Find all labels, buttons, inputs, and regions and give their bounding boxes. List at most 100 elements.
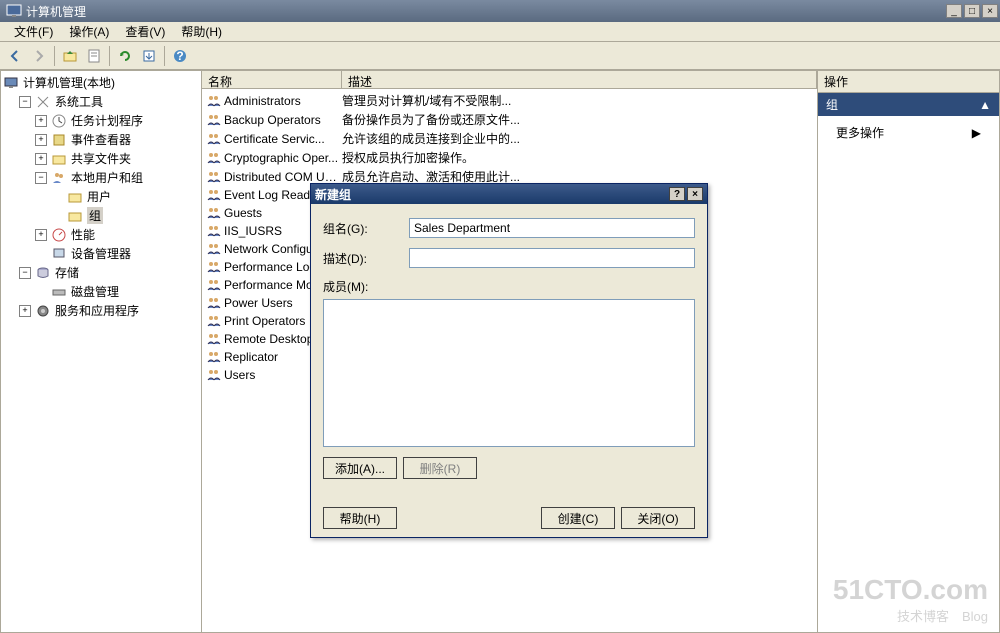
collapse-arrow-icon: ▲ bbox=[979, 98, 991, 112]
group-icon bbox=[206, 205, 222, 221]
event-icon bbox=[51, 132, 67, 148]
expand-icon[interactable]: + bbox=[19, 305, 31, 317]
remove-member-button[interactable]: 删除(R) bbox=[403, 457, 477, 479]
group-icon bbox=[206, 349, 222, 365]
column-header-name[interactable]: 名称 bbox=[202, 71, 342, 88]
svg-text:?: ? bbox=[176, 49, 183, 63]
expand-icon[interactable]: + bbox=[35, 229, 47, 241]
row-desc: 管理员对计算机/域有不受限制... bbox=[342, 92, 815, 109]
group-icon bbox=[206, 93, 222, 109]
list-row[interactable]: Backup Operators备份操作员为了备份或还原文件... bbox=[204, 110, 815, 129]
row-desc: 允许该组的成员连接到企业中的... bbox=[342, 130, 815, 147]
group-icon bbox=[206, 313, 222, 329]
row-name: Distributed COM Users bbox=[224, 170, 342, 184]
list-row[interactable]: Cryptographic Oper...授权成员执行加密操作。 bbox=[204, 148, 815, 167]
actions-more-actions[interactable]: 更多操作 ▶ bbox=[818, 116, 999, 149]
group-icon bbox=[206, 367, 222, 383]
group-icon bbox=[206, 277, 222, 293]
menu-file[interactable]: 文件(F) bbox=[6, 21, 61, 42]
watermark: 51CTO.com 技术博客 Blog bbox=[833, 574, 988, 625]
row-name: Administrators bbox=[224, 94, 342, 108]
row-desc: 备份操作员为了备份或还原文件... bbox=[342, 111, 815, 128]
list-row[interactable]: Administrators管理员对计算机/域有不受限制... bbox=[204, 91, 815, 110]
dialog-titlebar[interactable]: 新建组 ? × bbox=[311, 184, 707, 204]
tree-storage[interactable]: − 存储 bbox=[3, 263, 199, 282]
menu-view[interactable]: 查看(V) bbox=[117, 21, 173, 42]
tree-local-users-groups[interactable]: − 本地用户和组 bbox=[3, 168, 199, 187]
actions-pane-header: 操作 bbox=[818, 71, 999, 93]
share-icon bbox=[51, 151, 67, 167]
members-label: 成员(M): bbox=[323, 278, 695, 295]
group-icon bbox=[206, 241, 222, 257]
help-button[interactable]: ? bbox=[169, 45, 191, 67]
row-name: Backup Operators bbox=[224, 113, 342, 127]
collapse-icon[interactable]: − bbox=[35, 172, 47, 184]
maximize-button[interactable]: □ bbox=[964, 4, 980, 18]
row-desc: 授权成员执行加密操作。 bbox=[342, 149, 815, 166]
export-button[interactable] bbox=[138, 45, 160, 67]
group-icon bbox=[206, 259, 222, 275]
row-name: Cryptographic Oper... bbox=[224, 151, 342, 165]
dialog-help-button[interactable]: ? bbox=[669, 187, 685, 201]
tree-services-apps[interactable]: + 服务和应用程序 bbox=[3, 301, 199, 320]
back-button[interactable] bbox=[4, 45, 26, 67]
tree-task-scheduler[interactable]: + 任务计划程序 bbox=[3, 111, 199, 130]
expand-icon[interactable]: + bbox=[35, 115, 47, 127]
disk-icon bbox=[51, 284, 67, 300]
submenu-arrow-icon: ▶ bbox=[972, 126, 981, 140]
close-button[interactable]: × bbox=[982, 4, 998, 18]
toolbar-separator bbox=[109, 46, 110, 66]
device-icon bbox=[51, 246, 67, 262]
services-icon bbox=[35, 303, 51, 319]
app-icon bbox=[6, 3, 22, 19]
tree-device-manager[interactable]: 设备管理器 bbox=[3, 244, 199, 263]
minimize-button[interactable]: _ bbox=[946, 4, 962, 18]
list-header: 名称 描述 bbox=[202, 71, 817, 89]
collapse-icon[interactable]: − bbox=[19, 96, 31, 108]
expand-icon[interactable]: + bbox=[35, 153, 47, 165]
tree-shared-folders[interactable]: + 共享文件夹 bbox=[3, 149, 199, 168]
forward-button[interactable] bbox=[28, 45, 50, 67]
group-desc-label: 描述(D): bbox=[323, 250, 409, 267]
actions-group-header[interactable]: 组 ▲ bbox=[818, 93, 999, 116]
create-button[interactable]: 创建(C) bbox=[541, 507, 615, 529]
list-row[interactable]: Certificate Servic...允许该组的成员连接到企业中的... bbox=[204, 129, 815, 148]
group-name-label: 组名(G): bbox=[323, 220, 409, 237]
tree-performance[interactable]: + 性能 bbox=[3, 225, 199, 244]
up-button[interactable] bbox=[59, 45, 81, 67]
storage-icon bbox=[35, 265, 51, 281]
group-name-input[interactable] bbox=[409, 218, 695, 238]
tools-icon bbox=[35, 94, 51, 110]
dialog-title: 新建组 bbox=[315, 186, 351, 203]
dialog-close-button[interactable]: × bbox=[687, 187, 703, 201]
window-titlebar: 计算机管理 _ □ × bbox=[0, 0, 1000, 22]
group-desc-input[interactable] bbox=[409, 248, 695, 268]
close-dialog-button[interactable]: 关闭(O) bbox=[621, 507, 695, 529]
dialog-help-button-footer[interactable]: 帮助(H) bbox=[323, 507, 397, 529]
group-icon bbox=[206, 223, 222, 239]
collapse-icon[interactable]: − bbox=[19, 267, 31, 279]
members-listbox[interactable] bbox=[323, 299, 695, 447]
toolbar-separator bbox=[54, 46, 55, 66]
column-header-desc[interactable]: 描述 bbox=[342, 71, 817, 88]
tree-disk-management[interactable]: 磁盘管理 bbox=[3, 282, 199, 301]
tree-users[interactable]: 用户 bbox=[3, 187, 199, 206]
menu-action[interactable]: 操作(A) bbox=[61, 21, 117, 42]
row-name: Certificate Servic... bbox=[224, 132, 342, 146]
tree-root[interactable]: 计算机管理(本地) bbox=[3, 73, 199, 92]
tree-event-viewer[interactable]: + 事件查看器 bbox=[3, 130, 199, 149]
actions-pane: 操作 组 ▲ 更多操作 ▶ bbox=[818, 70, 1000, 633]
group-icon bbox=[206, 112, 222, 128]
add-member-button[interactable]: 添加(A)... bbox=[323, 457, 397, 479]
expand-icon[interactable]: + bbox=[35, 134, 47, 146]
menu-help[interactable]: 帮助(H) bbox=[173, 21, 230, 42]
tree-system-tools[interactable]: − 系统工具 bbox=[3, 92, 199, 111]
users-icon bbox=[51, 170, 67, 186]
properties-button[interactable] bbox=[83, 45, 105, 67]
group-icon bbox=[206, 187, 222, 203]
tree-pane[interactable]: 计算机管理(本地) − 系统工具 + 任务计划程序 + 事件查看器 + 共享文件… bbox=[0, 70, 202, 633]
tree-groups[interactable]: 组 bbox=[3, 206, 199, 225]
group-icon bbox=[206, 331, 222, 347]
group-icon bbox=[206, 131, 222, 147]
refresh-button[interactable] bbox=[114, 45, 136, 67]
